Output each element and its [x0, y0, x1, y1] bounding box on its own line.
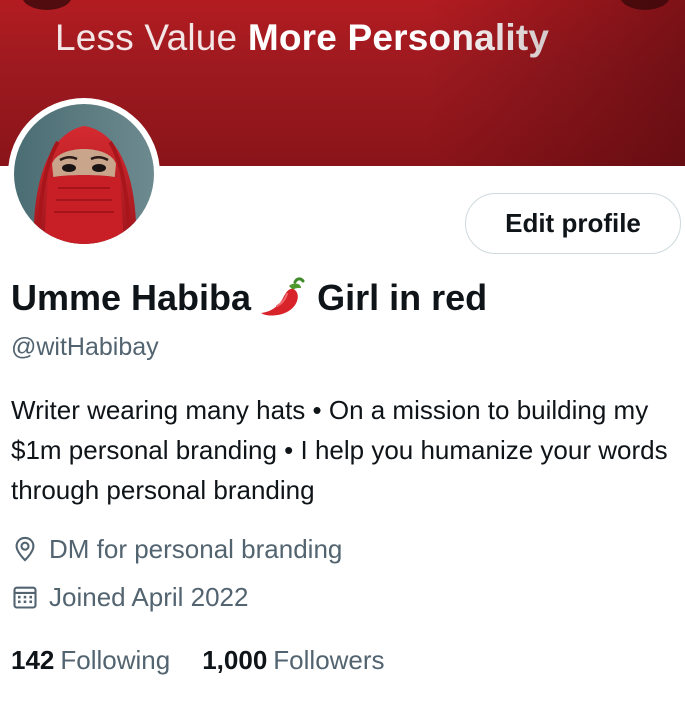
follow-stats: 142 Following 1,000 Followers: [11, 643, 417, 677]
followers-label: Followers: [273, 645, 385, 675]
avatar[interactable]: [8, 98, 160, 250]
display-name-first: Umme Habiba: [11, 277, 252, 318]
following-label: Following: [60, 645, 171, 675]
edit-profile-button[interactable]: Edit profile: [465, 193, 681, 254]
joined-text: Joined April 2022: [49, 582, 249, 612]
calendar-icon: [13, 586, 37, 609]
location-pin-icon: [15, 536, 35, 562]
banner-dark-shape-right: [620, 0, 670, 10]
profile-page: Less Value More Personality Edit profile…: [0, 0, 685, 707]
joined-row: Joined April 2022: [11, 580, 248, 614]
profile-photo: [14, 104, 154, 244]
user-handle: @witHabibay: [11, 333, 159, 361]
banner-text-light: Less Value: [55, 17, 238, 58]
chili-pepper-icon: [261, 277, 305, 316]
display-name-rest: Girl in red: [317, 277, 488, 318]
display-name: Umme Habiba Girl in red: [11, 276, 487, 320]
banner-dark-shape-left: [22, 0, 72, 10]
profile-bio: Writer wearing many hats • On a mission …: [11, 395, 668, 505]
following-count: 142: [11, 645, 55, 675]
location-text: DM for personal branding: [49, 534, 343, 564]
followers-count: 1,000: [202, 645, 268, 675]
location-row: DM for personal branding: [11, 532, 342, 566]
following-link[interactable]: 142 Following: [11, 643, 170, 677]
banner-text-bold: More Personality: [247, 17, 550, 58]
followers-link[interactable]: 1,000 Followers: [202, 643, 384, 677]
banner-slogan: Less Value More Personality: [55, 16, 549, 60]
